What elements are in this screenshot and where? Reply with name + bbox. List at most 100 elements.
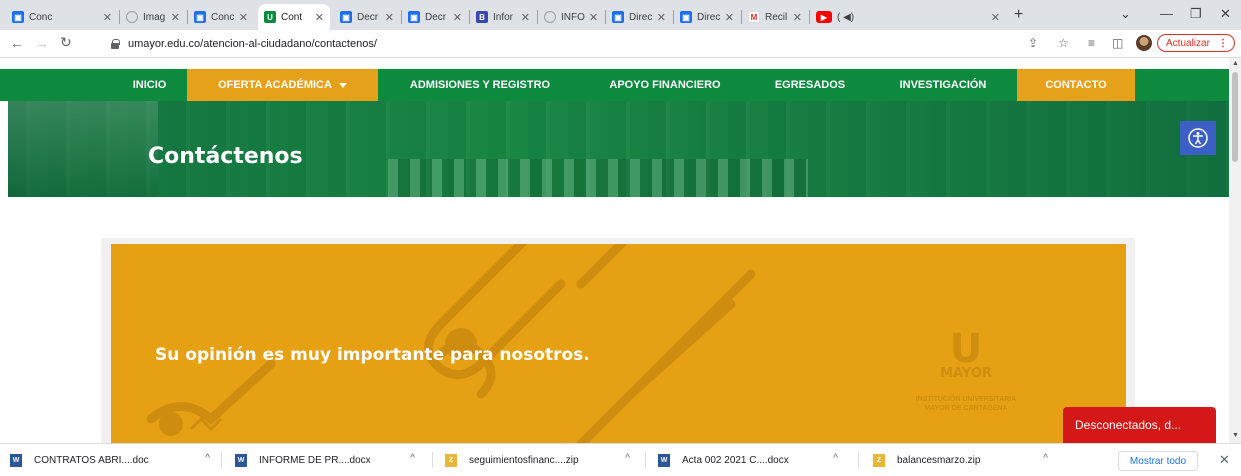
browser-tab[interactable]: ▶ ( ◀) ✕	[810, 4, 1006, 30]
scroll-up-icon[interactable]: ▲	[1232, 60, 1239, 67]
logo-letter: U	[949, 326, 983, 372]
close-icon[interactable]: ✕	[789, 11, 802, 24]
forward-icon[interactable]: →	[35, 35, 49, 51]
gov-favicon-icon: ▣	[612, 11, 624, 23]
back-icon[interactable]: ←	[10, 35, 24, 51]
update-button[interactable]: Actualizar ⋮	[1157, 34, 1235, 52]
browser-tab[interactable]: ▣ Conc ✕	[188, 4, 254, 30]
nav-item-investigacion[interactable]: INVESTIGACIÓN	[878, 69, 1008, 101]
restore-icon[interactable]: ❐	[1190, 6, 1202, 22]
page-scrollbar[interactable]: ▲ ▼	[1229, 58, 1241, 443]
new-tab-icon[interactable]: +	[1014, 6, 1023, 24]
word-file-icon: W	[10, 453, 22, 467]
nav-item-oferta-academica[interactable]: OFERTA ACADÉMICA	[187, 69, 378, 101]
browser-tab-active[interactable]: U Cont ✕	[258, 4, 330, 30]
reading-list-icon[interactable]: ≡	[1088, 36, 1095, 50]
nav-item-admisiones[interactable]: ADMISIONES Y REGISTRO	[390, 69, 570, 101]
close-icon[interactable]: ✕	[1219, 452, 1230, 468]
browser-tab[interactable]: Imag ✕	[120, 4, 186, 30]
scrollbar-thumb[interactable]	[1232, 72, 1238, 162]
show-all-downloads-button[interactable]: Mostrar todo	[1118, 451, 1198, 471]
tab-search-chevron-icon[interactable]: ⌄	[1120, 6, 1131, 22]
close-icon[interactable]: ✕	[449, 11, 462, 24]
close-icon[interactable]: ✕	[517, 11, 530, 24]
browser-tab[interactable]: M Recil ✕	[742, 4, 808, 30]
share-icon[interactable]: ⇪	[1028, 36, 1038, 50]
nav-item-inicio[interactable]: INICIO	[112, 69, 187, 101]
close-icon[interactable]: ✕	[653, 11, 666, 24]
nav-item-label: OFERTA ACADÉMICA	[218, 79, 332, 91]
download-filename: CONTRATOS ABRI....doc	[34, 454, 149, 466]
chevron-up-icon[interactable]: ^	[833, 453, 838, 464]
chat-label: Desconectados, d...	[1075, 418, 1182, 432]
browser-tab[interactable]: ▣ Decr ✕	[334, 4, 400, 30]
browser-tab[interactable]: ▣ Direc ✕	[674, 4, 740, 30]
browser-tab[interactable]: B Infor ✕	[470, 4, 536, 30]
chevron-up-icon[interactable]: ^	[205, 453, 210, 464]
logo-line: MAYOR DE CARTAGENA	[924, 405, 1008, 412]
download-item[interactable]: Z seguimientosfinanc....zip ^	[445, 444, 630, 476]
browser-tab[interactable]: INFO ✕	[538, 4, 604, 30]
chevron-up-icon[interactable]: ^	[1043, 453, 1048, 464]
nav-item-egresados[interactable]: EGRESADOS	[760, 69, 860, 101]
download-item[interactable]: Z balancesmarzo.zip ^	[873, 444, 1048, 476]
chevron-up-icon[interactable]: ^	[625, 453, 630, 464]
institution-logo: U MAYOR INSTITUCIÓN UNIVERSITARIA MAYOR …	[871, 326, 1061, 413]
page-title: Contáctenos	[148, 144, 303, 169]
close-icon[interactable]: ✕	[721, 11, 734, 24]
nav-item-label: EGRESADOS	[774, 79, 846, 91]
download-item[interactable]: W Acta 002 2021 C....docx ^	[658, 444, 838, 476]
umayor-favicon-icon: U	[264, 11, 276, 23]
close-icon[interactable]: ✕	[167, 11, 180, 24]
close-icon[interactable]: ✕	[311, 11, 324, 24]
lock-icon[interactable]	[110, 39, 120, 49]
close-icon[interactable]: ✕	[235, 11, 248, 24]
live-chat-button[interactable]: Desconectados, d...	[1063, 407, 1216, 443]
nav-item-label: INVESTIGACIÓN	[899, 79, 987, 91]
word-file-icon: W	[658, 453, 670, 467]
minimize-icon[interactable]: —	[1160, 6, 1173, 21]
close-icon[interactable]: ✕	[987, 11, 1000, 24]
browser-tab[interactable]: ▣ Conc ✕	[6, 4, 118, 30]
side-panel-icon[interactable]: ◫	[1112, 36, 1123, 50]
globe-favicon-icon	[544, 11, 556, 23]
close-icon[interactable]: ✕	[99, 11, 112, 24]
window-close-icon[interactable]: ✕	[1220, 6, 1231, 22]
tab-title: Recil	[765, 11, 788, 23]
nav-item-contacto[interactable]: CONTACTO	[1017, 69, 1135, 101]
word-file-icon: W	[235, 453, 247, 467]
address-bar[interactable]: umayor.edu.co/atencion-al-ciudadano/cont…	[110, 33, 1000, 55]
logo-line: INSTITUCIÓN UNIVERSITARIA	[915, 396, 1017, 403]
bookmark-star-icon[interactable]: ☆	[1058, 36, 1069, 50]
avatar[interactable]	[1136, 35, 1152, 51]
chevron-up-icon[interactable]: ^	[410, 453, 415, 464]
url-text: umayor.edu.co/atencion-al-ciudadano/cont…	[128, 38, 377, 50]
tab-title: Direc	[629, 11, 653, 23]
downloads-shelf: W CONTRATOS ABRI....doc ^ W INFORME DE P…	[0, 443, 1241, 475]
browser-tab[interactable]: ▣ Direc ✕	[606, 4, 672, 30]
globe-favicon-icon	[126, 11, 138, 23]
zip-file-icon: Z	[445, 453, 457, 467]
download-item[interactable]: W INFORME DE PR....docx ^	[235, 444, 415, 476]
accessibility-button[interactable]	[1180, 121, 1216, 155]
tab-title: ( ◀)	[837, 11, 855, 23]
more-vert-icon: ⋮	[1218, 37, 1228, 49]
download-filename: INFORME DE PR....docx	[259, 454, 371, 466]
tab-title: Conc	[29, 11, 53, 23]
close-icon[interactable]: ✕	[381, 11, 394, 24]
reload-icon[interactable]: ↻	[60, 34, 72, 51]
tab-title: Conc	[211, 11, 235, 23]
nav-item-label: APOYO FINANCIERO	[609, 79, 721, 91]
scroll-down-icon[interactable]: ▼	[1232, 432, 1239, 439]
download-item[interactable]: W CONTRATOS ABRI....doc ^	[10, 444, 210, 476]
page-viewport: INICIO OFERTA ACADÉMICA ADMISIONES Y REG…	[0, 58, 1229, 443]
download-filename: seguimientosfinanc....zip	[469, 454, 579, 466]
update-label: Actualizar	[1166, 37, 1210, 49]
tab-title: INFO	[561, 11, 585, 23]
nav-item-apoyo-financiero[interactable]: APOYO FINANCIERO	[590, 69, 740, 101]
zip-file-icon: Z	[873, 453, 885, 467]
tab-title: Decr	[425, 11, 447, 23]
browser-tab[interactable]: ▣ Decr ✕	[402, 4, 468, 30]
browser-tab-strip: ▣ Conc ✕ Imag ✕ ▣ Conc ✕ U Cont ✕ ▣ Decr…	[0, 0, 1241, 30]
close-icon[interactable]: ✕	[585, 11, 598, 24]
